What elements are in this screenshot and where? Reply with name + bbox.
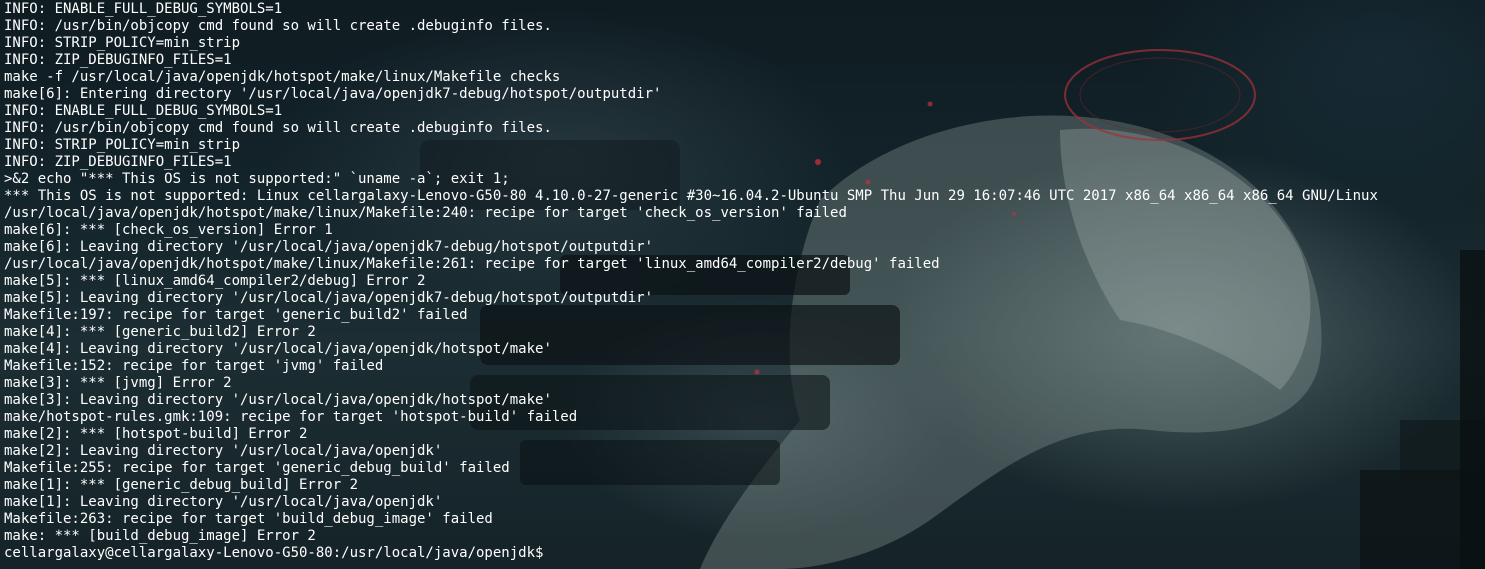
output-line: INFO: /usr/bin/objcopy cmd found so will… (4, 18, 552, 34)
output-line: INFO: STRIP_POLICY=min_strip (4, 35, 241, 51)
output-line: INFO: /usr/bin/objcopy cmd found so will… (4, 120, 552, 136)
output-line: Makefile:255: recipe for target 'generic… (4, 460, 510, 476)
output-line: *** This OS is not supported: Linux cell… (4, 188, 1378, 204)
output-line: make[2]: Leaving directory '/usr/local/j… (4, 443, 443, 459)
output-line: make[6]: Entering directory '/usr/local/… (4, 86, 662, 102)
output-line: /usr/local/java/openjdk/hotspot/make/lin… (4, 256, 940, 272)
terminal-output[interactable]: INFO: ENABLE_FULL_DEBUG_SYMBOLS=1 INFO: /… (4, 1, 1378, 562)
output-line: make[5]: Leaving directory '/usr/local/j… (4, 290, 654, 306)
output-line: make[1]: *** [generic_debug_build] Error… (4, 477, 359, 493)
command-prompt[interactable]: cellargalaxy@cellargalaxy-Lenovo-G50-80:… (4, 545, 1378, 562)
output-line: make[2]: *** [hotspot-build] Error 2 (4, 426, 308, 442)
output-line: make: *** [build_debug_image] Error 2 (4, 528, 316, 544)
output-line: make[1]: Leaving directory '/usr/local/j… (4, 494, 443, 510)
output-line: Makefile:263: recipe for target 'build_d… (4, 511, 493, 527)
output-line: make[5]: *** [linux_amd64_compiler2/debu… (4, 273, 426, 289)
prompt-text: cellargalaxy@cellargalaxy-Lenovo-G50-80:… (4, 545, 544, 561)
output-line: INFO: ZIP_DEBUGINFO_FILES=1 (4, 154, 232, 170)
output-line: make/hotspot-rules.gmk:109: recipe for t… (4, 409, 578, 425)
output-line: make -f /usr/local/java/openjdk/hotspot/… (4, 69, 561, 85)
output-line: make[3]: Leaving directory '/usr/local/j… (4, 392, 552, 408)
output-line: INFO: ENABLE_FULL_DEBUG_SYMBOLS=1 (4, 103, 283, 119)
output-line: make[4]: Leaving directory '/usr/local/j… (4, 341, 552, 357)
output-line: make[6]: Leaving directory '/usr/local/j… (4, 239, 654, 255)
output-line: Makefile:152: recipe for target 'jvmg' f… (4, 358, 384, 374)
output-line: >&2 echo "*** This OS is not supported:"… (4, 171, 510, 187)
output-line: INFO: STRIP_POLICY=min_strip (4, 137, 241, 153)
output-line: INFO: ENABLE_FULL_DEBUG_SYMBOLS=1 (4, 1, 283, 17)
output-line: Makefile:197: recipe for target 'generic… (4, 307, 468, 323)
output-line: /usr/local/java/openjdk/hotspot/make/lin… (4, 205, 847, 221)
terminal-window[interactable]: INFO: ENABLE_FULL_DEBUG_SYMBOLS=1 INFO: /… (0, 0, 1485, 569)
output-line: make[4]: *** [generic_build2] Error 2 (4, 324, 316, 340)
output-line: INFO: ZIP_DEBUGINFO_FILES=1 (4, 52, 232, 68)
output-line: make[3]: *** [jvmg] Error 2 (4, 375, 232, 391)
output-line: make[6]: *** [check_os_version] Error 1 (4, 222, 333, 238)
